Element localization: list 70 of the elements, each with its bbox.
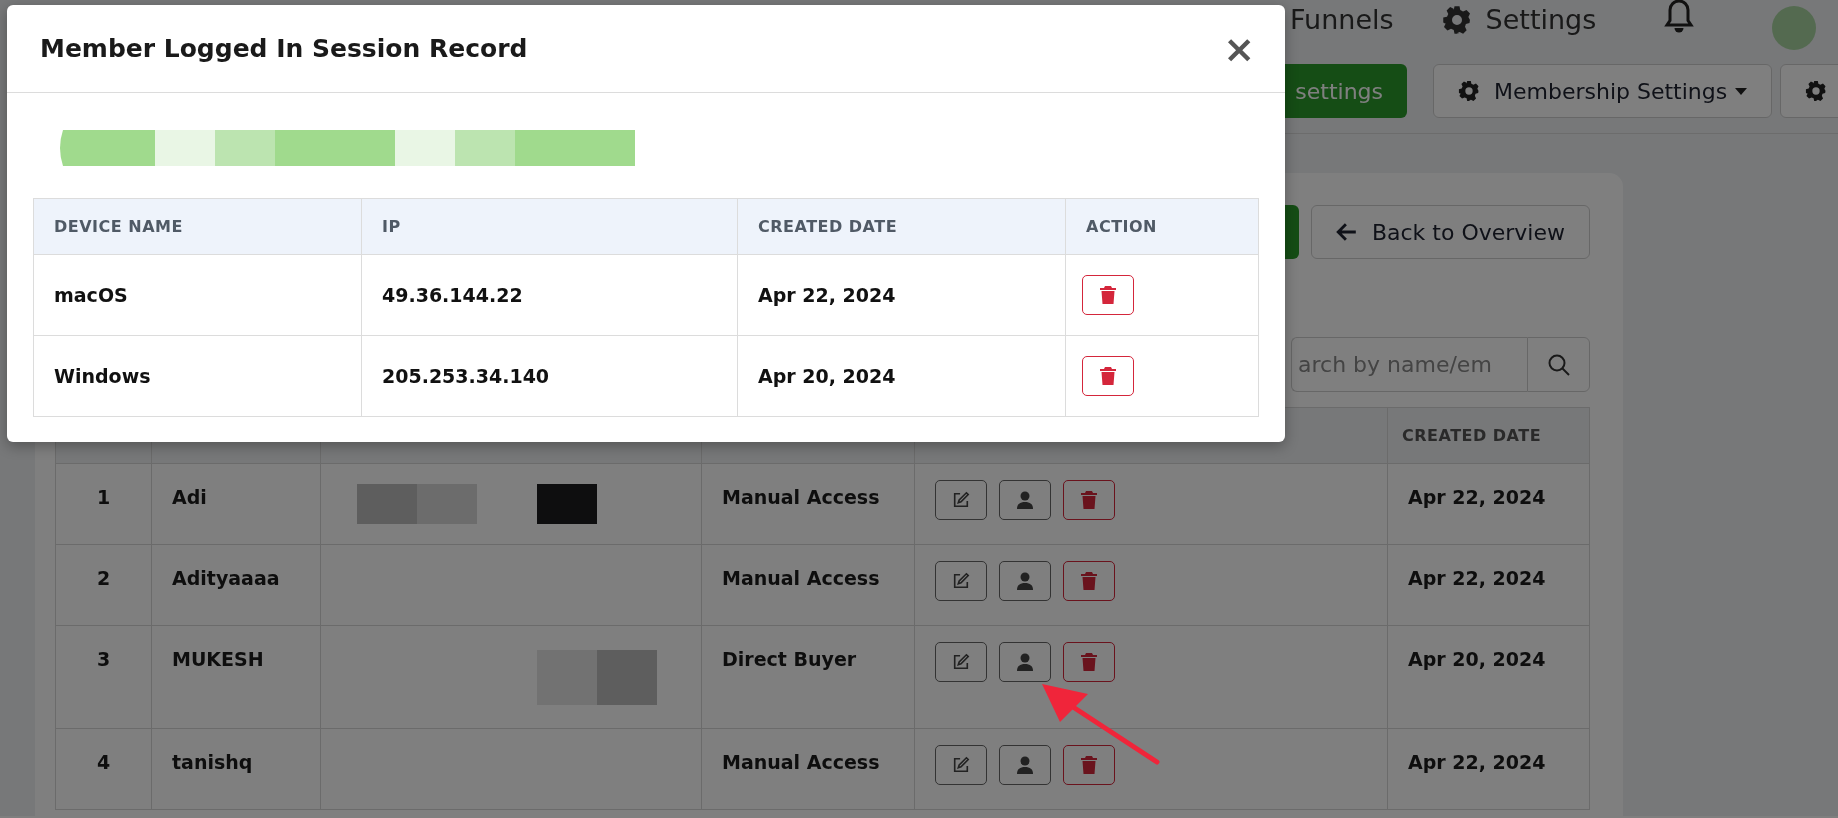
table-cell: Apr 20, 2024 (1387, 625, 1590, 729)
user-button[interactable] (999, 561, 1051, 601)
user-button[interactable] (999, 642, 1051, 682)
column-header: IP (361, 198, 738, 255)
trash-icon (1080, 756, 1098, 774)
edit-button[interactable] (935, 642, 987, 682)
bell-icon[interactable] (1664, 0, 1695, 34)
settings-icon (1441, 4, 1472, 35)
user-icon (1016, 653, 1034, 671)
settings-button[interactable] (1780, 64, 1838, 118)
back-button[interactable]: Back to Overview (1310, 205, 1590, 259)
trash-icon (1099, 367, 1117, 385)
user-icon (1016, 756, 1034, 774)
table-cell: Apr 22, 2024 (1387, 463, 1590, 545)
table-cell: macOS (33, 254, 362, 336)
table-cell: 205.253.34.140 (361, 335, 738, 417)
edit-icon (952, 756, 970, 774)
table-cell: 3 (55, 625, 152, 729)
caret-icon (1735, 87, 1748, 95)
table-cell: tanishq (151, 728, 321, 810)
table-cell: Apr 22, 2024 (1387, 728, 1590, 810)
column-header: CREATED DATE (1387, 407, 1590, 464)
dialog-title: Member Logged In Session Record (40, 34, 528, 63)
table-cell: 1 (55, 463, 152, 545)
edit-button[interactable] (935, 561, 987, 601)
user-icon (1016, 572, 1034, 590)
column-header: CREATED DATE (737, 198, 1066, 255)
membership-settings-dropdown[interactable]: Membership Settings (1433, 64, 1773, 118)
user-icon (1016, 491, 1034, 509)
search-button[interactable] (1527, 337, 1590, 392)
search-field[interactable]: arch by name/em (1291, 337, 1527, 392)
edit-button[interactable] (935, 745, 987, 785)
table-cell: Adityaaaa (151, 544, 321, 626)
search-icon (1546, 352, 1571, 377)
table-cell: 4 (55, 728, 152, 810)
user-button[interactable] (999, 745, 1051, 785)
edit-icon (952, 653, 970, 671)
table-cell: 2 (55, 544, 152, 626)
edit-icon (952, 491, 970, 509)
user-button[interactable] (999, 480, 1051, 520)
delete-button[interactable] (1063, 480, 1115, 520)
settings-icon (1458, 80, 1480, 102)
nav-link[interactable]: Funnels (1290, 4, 1394, 35)
table-cell: Apr 22, 2024 (737, 254, 1066, 336)
settings-icon (1805, 80, 1828, 102)
table-cell: Apr 20, 2024 (737, 335, 1066, 417)
table-cell: Direct Buyer (701, 625, 915, 729)
table-cell: Manual Access (701, 544, 915, 626)
trash-icon (1080, 653, 1098, 671)
delete-button[interactable] (1063, 642, 1115, 682)
trash-icon (1080, 491, 1098, 509)
table-cell: Manual Access (701, 463, 915, 545)
column-header: ACTION (1065, 198, 1259, 255)
table-cell: Apr 22, 2024 (1387, 544, 1590, 626)
trash-icon (1099, 286, 1117, 304)
column-header: DEVICE NAME (33, 198, 362, 255)
table-cell: Manual Access (701, 728, 915, 810)
delete-button[interactable] (1063, 561, 1115, 601)
delete-button[interactable] (1082, 356, 1134, 396)
delete-button[interactable] (1082, 275, 1134, 315)
table-cell: MUKESH (151, 625, 321, 729)
nav-link[interactable]: Settings (1485, 4, 1597, 35)
delete-button[interactable] (1063, 745, 1115, 785)
edit-icon (952, 572, 970, 590)
arrow-left-icon (1335, 221, 1358, 243)
table-cell: Adi (151, 463, 321, 545)
trash-icon (1080, 572, 1098, 590)
table-cell: Windows (33, 335, 362, 417)
edit-button[interactable] (935, 480, 987, 520)
table-cell: 49.36.144.22 (361, 254, 738, 336)
